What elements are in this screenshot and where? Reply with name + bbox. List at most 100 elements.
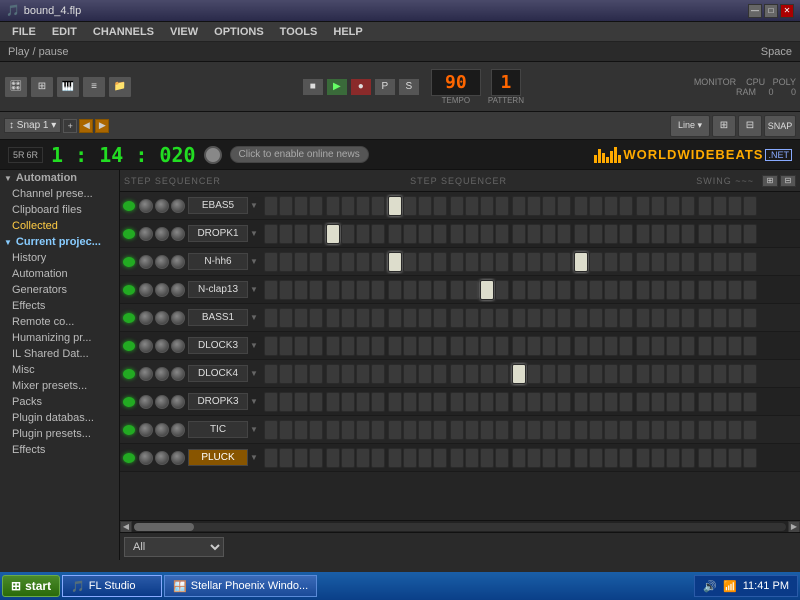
step-button[interactable]	[403, 308, 417, 328]
step-button[interactable]	[743, 196, 757, 216]
step-button[interactable]	[326, 308, 340, 328]
news-button[interactable]: Click to enable online news	[230, 146, 369, 163]
step-button[interactable]	[465, 448, 479, 468]
taskbar-stellar-phoenix[interactable]: 🪟 Stellar Phoenix Windo...	[164, 575, 317, 597]
step-button[interactable]	[403, 196, 417, 216]
step-button[interactable]	[356, 448, 370, 468]
step-button[interactable]	[743, 252, 757, 272]
step-button[interactable]	[619, 364, 633, 384]
instrument-name[interactable]: N-hh6	[188, 253, 248, 270]
step-button[interactable]	[557, 280, 571, 300]
step-button[interactable]	[495, 308, 509, 328]
step-button[interactable]	[728, 420, 742, 440]
step-button[interactable]	[589, 420, 603, 440]
step-button[interactable]	[743, 224, 757, 244]
step-button[interactable]	[279, 448, 293, 468]
row-knob[interactable]	[139, 367, 153, 381]
step-button[interactable]	[326, 196, 340, 216]
step-button[interactable]	[743, 336, 757, 356]
step-button[interactable]	[465, 196, 479, 216]
step-button[interactable]	[371, 280, 385, 300]
step-button[interactable]	[681, 224, 695, 244]
step-button[interactable]	[433, 308, 447, 328]
step-button[interactable]	[713, 420, 727, 440]
step-button[interactable]	[264, 252, 278, 272]
step-button[interactable]	[557, 364, 571, 384]
playlist-button[interactable]: ≡	[82, 76, 106, 98]
step-button[interactable]	[743, 448, 757, 468]
step-button[interactable]	[371, 336, 385, 356]
step-button[interactable]	[542, 392, 556, 412]
step-button[interactable]	[589, 308, 603, 328]
step-button[interactable]	[418, 224, 432, 244]
step-button[interactable]	[512, 420, 526, 440]
step-button[interactable]	[713, 448, 727, 468]
step-button[interactable]	[294, 364, 308, 384]
step-seq-button[interactable]: ⊞	[30, 76, 54, 98]
step-button[interactable]	[480, 308, 494, 328]
step-button[interactable]	[527, 224, 541, 244]
step-button[interactable]	[574, 336, 588, 356]
step-button[interactable]	[418, 196, 432, 216]
step-button[interactable]	[341, 252, 355, 272]
step-button[interactable]	[713, 392, 727, 412]
scroll-thumb[interactable]	[134, 523, 194, 531]
sidebar-item-remote-co[interactable]: Remote co...	[0, 314, 119, 330]
step-button[interactable]	[666, 448, 680, 468]
step-button[interactable]	[326, 280, 340, 300]
menu-help[interactable]: Help	[325, 24, 370, 40]
step-button[interactable]	[480, 448, 494, 468]
step-button[interactable]	[341, 448, 355, 468]
step-button[interactable]	[574, 196, 588, 216]
step-button[interactable]	[495, 252, 509, 272]
instrument-name[interactable]: N-clap13	[188, 281, 248, 298]
step-button[interactable]	[418, 420, 432, 440]
tempo-display[interactable]: 90	[431, 69, 481, 96]
row-expand-icon[interactable]: ▼	[250, 341, 260, 350]
step-button[interactable]	[728, 252, 742, 272]
snap-btn[interactable]: SNAP	[764, 115, 796, 137]
sidebar-item-plugin-presets[interactable]: Plugin presets...	[0, 426, 119, 442]
step-button[interactable]	[371, 252, 385, 272]
step-button[interactable]	[728, 224, 742, 244]
step-button[interactable]	[418, 392, 432, 412]
step-button[interactable]	[651, 392, 665, 412]
step-button[interactable]	[326, 252, 340, 272]
seq-btn3[interactable]: ▶	[95, 119, 109, 133]
sidebar-item-mixer-presets[interactable]: Mixer presets...	[0, 378, 119, 394]
step-button[interactable]	[433, 392, 447, 412]
step-button[interactable]	[619, 252, 633, 272]
step-button[interactable]	[651, 224, 665, 244]
step-button[interactable]	[728, 336, 742, 356]
step-button[interactable]	[309, 308, 323, 328]
step-button[interactable]	[309, 364, 323, 384]
step-button[interactable]	[542, 224, 556, 244]
step-button[interactable]	[279, 364, 293, 384]
row-led[interactable]	[123, 425, 135, 435]
instrument-name[interactable]: DLOCK4	[188, 365, 248, 382]
step-button[interactable]	[698, 224, 712, 244]
step-button[interactable]	[636, 336, 650, 356]
step-button[interactable]	[465, 364, 479, 384]
step-button[interactable]	[388, 448, 402, 468]
row-led[interactable]	[123, 313, 135, 323]
step-button[interactable]	[264, 308, 278, 328]
row-led[interactable]	[123, 453, 135, 463]
maximize-button[interactable]: □	[764, 4, 778, 18]
step-button[interactable]	[279, 252, 293, 272]
step-button[interactable]	[433, 252, 447, 272]
step-button[interactable]	[495, 448, 509, 468]
step-button[interactable]	[309, 280, 323, 300]
instrument-name[interactable]: EBAS5	[188, 197, 248, 214]
row-expand-icon[interactable]: ▼	[250, 229, 260, 238]
step-button[interactable]	[450, 196, 464, 216]
view-btn1[interactable]: ⊞	[762, 175, 778, 187]
row-knob[interactable]	[139, 339, 153, 353]
sidebar-item-effects[interactable]: Effects	[0, 298, 119, 314]
instrument-name[interactable]: DLOCK3	[188, 337, 248, 354]
step-button[interactable]	[619, 420, 633, 440]
step-button[interactable]	[512, 252, 526, 272]
step-button[interactable]	[666, 420, 680, 440]
step-button[interactable]	[450, 280, 464, 300]
row-led[interactable]	[123, 285, 135, 295]
